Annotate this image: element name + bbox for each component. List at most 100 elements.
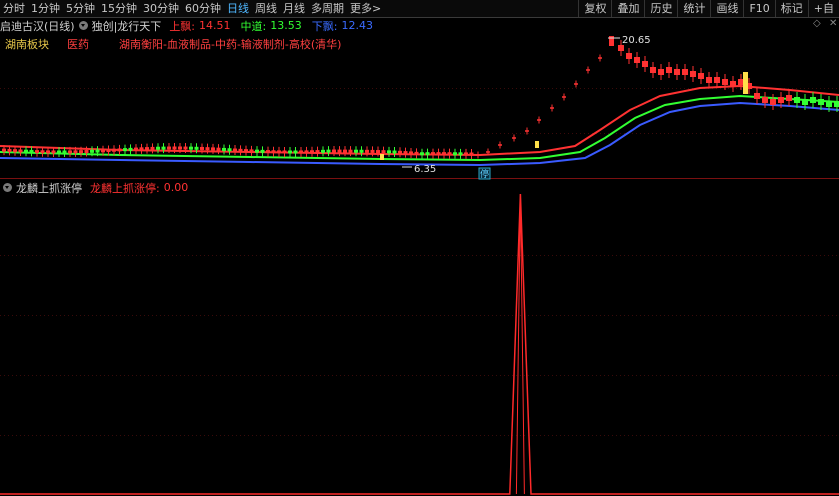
- candle: [409, 151, 413, 155]
- candle: [458, 152, 463, 156]
- candle: [134, 147, 138, 151]
- candle: [476, 154, 480, 156]
- candle: [222, 147, 226, 151]
- candle: [598, 57, 602, 59]
- candle: [205, 147, 210, 151]
- candle: [29, 149, 34, 153]
- candle: [469, 152, 474, 156]
- sub-indicator-group: [0, 193, 839, 495]
- chart-canvas: 20.65 6.35 停: [0, 35, 839, 495]
- candle: [266, 150, 270, 154]
- candle: [464, 152, 468, 156]
- candle: [442, 152, 446, 156]
- candle: [139, 147, 144, 151]
- candle: [381, 150, 386, 154]
- candle: [436, 152, 441, 156]
- candle: [304, 150, 309, 154]
- candle: [57, 150, 61, 154]
- candle: [403, 151, 408, 155]
- candle: [722, 79, 728, 85]
- candle: [674, 69, 680, 75]
- candle: [315, 150, 320, 154]
- candle: [255, 149, 259, 153]
- candle: [348, 149, 353, 153]
- candle: [271, 150, 276, 154]
- candle: [288, 150, 292, 154]
- candle: [770, 99, 776, 105]
- candle: [40, 150, 45, 154]
- candle: [200, 146, 204, 150]
- candle: [818, 99, 824, 105]
- candle: [642, 61, 648, 67]
- candle: [24, 149, 28, 153]
- candle: [112, 148, 116, 152]
- candle: [354, 149, 358, 153]
- candle: [95, 149, 100, 153]
- candle: [802, 99, 808, 105]
- candle: [117, 148, 122, 152]
- candle: [233, 148, 237, 152]
- candle: [299, 150, 303, 154]
- candle: [172, 146, 177, 150]
- candle: [682, 69, 688, 75]
- candle: [714, 77, 720, 83]
- candle: [128, 147, 133, 151]
- candle: [778, 97, 784, 103]
- candle: [658, 69, 664, 75]
- candle: [161, 146, 166, 150]
- candle: [537, 119, 541, 121]
- candle: [586, 69, 590, 71]
- candle: [512, 137, 516, 139]
- candle: [498, 144, 502, 146]
- grid-lines: [0, 88, 839, 436]
- candle: [650, 67, 656, 73]
- candle: [794, 97, 800, 103]
- candle: [244, 149, 248, 153]
- candle: [690, 71, 696, 77]
- stop-badge-text: 停: [480, 168, 489, 180]
- candle: [706, 77, 712, 83]
- candle: [486, 151, 490, 153]
- candle: [310, 150, 314, 154]
- candle: [260, 149, 265, 153]
- candle-highlight: [380, 154, 384, 160]
- candle: [90, 149, 94, 153]
- candle: [211, 147, 215, 151]
- candle: [150, 146, 155, 150]
- sub-indicator-line: [0, 193, 839, 495]
- candle: [343, 149, 347, 153]
- candle: [73, 150, 78, 154]
- candle: [376, 150, 380, 154]
- candle: [398, 150, 402, 154]
- candle: [249, 149, 254, 153]
- bands-group: [0, 84, 839, 167]
- candle: [167, 146, 171, 150]
- candle: [431, 152, 435, 156]
- candle: [227, 148, 232, 152]
- candle: [293, 150, 298, 154]
- candle: [634, 57, 640, 63]
- candle: [574, 83, 578, 85]
- candle: [453, 152, 457, 156]
- candle: [387, 150, 391, 154]
- candle: [2, 148, 6, 152]
- candle: [332, 149, 336, 153]
- candle: [35, 150, 39, 154]
- candle: [730, 81, 736, 87]
- candle: [321, 149, 325, 153]
- candle: [46, 150, 50, 154]
- candle: [7, 148, 12, 152]
- candle: [370, 149, 375, 153]
- candle: [562, 96, 566, 98]
- candle: [51, 150, 56, 154]
- upper-band-line: [0, 84, 839, 157]
- candle: [277, 150, 281, 154]
- candle: [698, 73, 704, 79]
- candle: [326, 149, 331, 153]
- candle: [359, 149, 364, 153]
- candle: [145, 147, 149, 151]
- candle: [106, 149, 111, 153]
- candle: [156, 146, 160, 150]
- low-price-label: 6.35: [414, 164, 436, 175]
- candle: [786, 95, 792, 101]
